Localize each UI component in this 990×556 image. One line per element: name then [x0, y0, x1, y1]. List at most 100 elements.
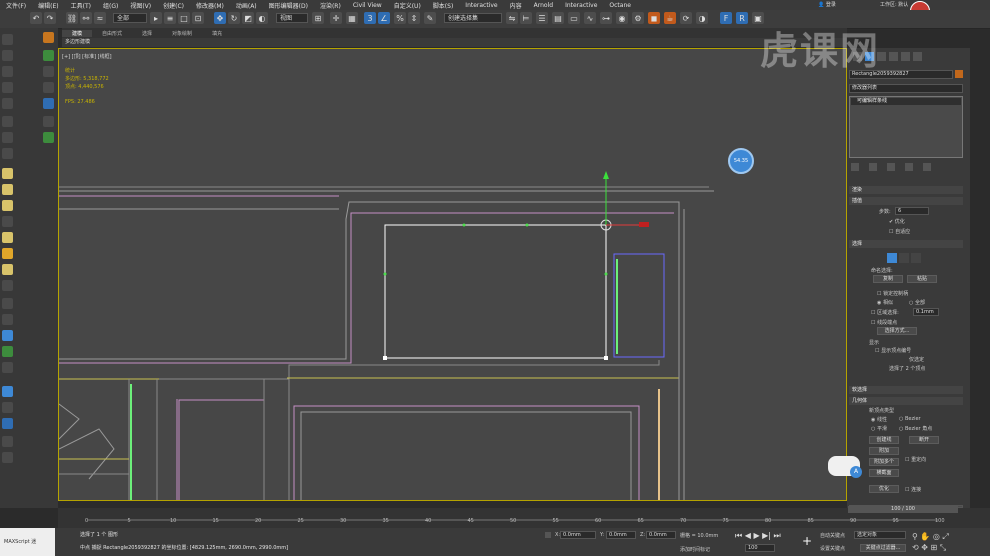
spline-mode-icon[interactable]	[911, 253, 921, 263]
curve-icon[interactable]	[2, 98, 13, 109]
move-icon[interactable]: ✥	[214, 12, 226, 24]
render-production-icon[interactable]: ☕	[664, 12, 676, 24]
pivot-center-icon[interactable]: ⊞	[312, 12, 324, 24]
box-icon[interactable]	[2, 168, 13, 179]
teapot-icon[interactable]	[2, 232, 13, 243]
layer-explorer-icon[interactable]: ☰	[536, 12, 548, 24]
selection-filter-dropdown[interactable]: 全部	[113, 13, 147, 23]
percent-snap-icon[interactable]: %	[394, 12, 406, 24]
blue-sphere-icon[interactable]	[2, 386, 13, 397]
adaptive-checkbox[interactable]: ☐ 自适应	[889, 228, 910, 235]
active-shade-icon[interactable]: ◑	[696, 12, 708, 24]
scene-explorer-icon[interactable]: ▤	[552, 12, 564, 24]
area-select-field[interactable]: 0.1mm	[913, 308, 939, 316]
rollout-soft-selection[interactable]: 软选择	[849, 386, 963, 394]
motion-tab-icon[interactable]	[889, 52, 898, 61]
unlink-icon[interactable]: ⚯	[80, 12, 92, 24]
ribbon-toggle-icon[interactable]: ▭	[568, 12, 580, 24]
current-frame-field[interactable]: 100	[745, 544, 775, 552]
tab-populate[interactable]: 填充	[202, 30, 232, 37]
render-iterative-icon[interactable]: ⟳	[680, 12, 692, 24]
add-time-tag[interactable]: 添加时间标记	[680, 546, 710, 553]
time-slider[interactable]: 100 / 100	[848, 506, 958, 513]
scatter-icon[interactable]	[2, 280, 13, 291]
key-filters-button[interactable]: 关键点过滤器...	[860, 544, 906, 552]
selected-only-checkbox[interactable]: 仅选定	[909, 356, 924, 363]
calculator-icon[interactable]	[43, 82, 54, 93]
mirror-icon[interactable]: ⇋	[506, 12, 518, 24]
menu-scripting[interactable]: 脚本(S)	[427, 1, 460, 10]
paste-button[interactable]: 粘贴	[907, 275, 937, 283]
refine-button[interactable]: 优化	[869, 485, 899, 493]
z-coord-field[interactable]: 0.0mm	[646, 531, 676, 539]
helpers-icon[interactable]	[43, 66, 54, 77]
break-button[interactable]: 断开	[909, 436, 939, 444]
menu-modifiers[interactable]: 修改器(M)	[190, 1, 230, 10]
ref-coord-dropdown[interactable]: 视图	[276, 13, 308, 23]
ribbon-subtitle[interactable]: 多边形建模	[62, 38, 847, 47]
bezier-radio[interactable]: ○ Bezier	[899, 416, 921, 422]
create-line-button[interactable]: 创建线	[869, 436, 899, 444]
tab-object-paint[interactable]: 对象绘制	[162, 30, 202, 37]
named-selection-dropdown[interactable]: 创建选择集	[444, 13, 502, 23]
rollout-selection[interactable]: 选择	[849, 240, 963, 248]
menu-octane[interactable]: Octane	[603, 2, 637, 9]
fx-icon[interactable]	[43, 32, 54, 43]
login-button[interactable]: 👤 登录	[818, 0, 858, 10]
undo-icon[interactable]: ↶	[30, 12, 42, 24]
table-icon[interactable]	[43, 132, 54, 143]
object-color-swatch[interactable]	[955, 70, 963, 78]
brush-icon[interactable]	[2, 298, 13, 309]
shapes-icon[interactable]	[2, 50, 13, 61]
fb-icon[interactable]: F	[720, 12, 732, 24]
remove-modifier-icon[interactable]	[905, 163, 913, 171]
scale-icon[interactable]: ◩	[242, 12, 254, 24]
tab-freeform[interactable]: 自由形式	[92, 30, 132, 37]
lights-icon[interactable]	[2, 66, 13, 77]
playback-controls[interactable]: ⏮ ◀ ▶ ▶| ⏭	[735, 532, 805, 540]
wrench-icon[interactable]	[43, 116, 54, 127]
curve-editor-icon[interactable]: ∿	[584, 12, 596, 24]
lock-handles-checkbox[interactable]: ☐ 锁定控制柄	[877, 290, 908, 297]
menu-views[interactable]: 视图(V)	[124, 1, 157, 10]
rotate-icon[interactable]: ↻	[228, 12, 240, 24]
pin-stack-icon[interactable]	[851, 163, 859, 171]
menu-edit[interactable]: 编辑(E)	[32, 1, 64, 10]
segment-end-checkbox[interactable]: ☐ 线段端点	[871, 319, 897, 326]
schematic-view-icon[interactable]: ⊶	[600, 12, 612, 24]
isolate-icon[interactable]	[545, 532, 551, 538]
make-unique-icon[interactable]	[887, 163, 895, 171]
tab-selection[interactable]: 选择	[132, 30, 162, 37]
sphere-icon[interactable]	[2, 184, 13, 195]
rect-select-icon[interactable]: □	[178, 12, 190, 24]
show-vertex-numbers-checkbox[interactable]: ☐ 显示顶点编号	[875, 347, 911, 354]
grid-icon[interactable]	[2, 82, 13, 93]
spinner-snap-icon[interactable]: ⇕	[408, 12, 420, 24]
align-icon[interactable]: ⊨	[520, 12, 532, 24]
menu-group[interactable]: 组(G)	[97, 1, 124, 10]
rollout-geometry[interactable]: 几何体	[849, 397, 963, 405]
viewport-top[interactable]: [+] [顶] [标准] [线框] 统计 多边形: 5,318,772 顶点: …	[58, 48, 847, 501]
auto-key-button[interactable]: 自动关键点	[820, 532, 845, 539]
linear-radio[interactable]: ◉ 线性	[871, 416, 887, 423]
edit-named-selection-icon[interactable]: ✎	[424, 12, 436, 24]
render-frame-icon[interactable]: ◼	[648, 12, 660, 24]
utilities-tab-icon[interactable]	[913, 52, 922, 61]
menu-animation[interactable]: 动画(A)	[230, 1, 263, 10]
plant-icon[interactable]	[43, 50, 54, 61]
paint-icon[interactable]	[2, 116, 13, 127]
menu-rendering[interactable]: 渲染(R)	[314, 1, 347, 10]
modifier-list-dropdown[interactable]: 修改器列表	[849, 84, 963, 93]
rollout-interpolation[interactable]: 插值	[849, 197, 963, 205]
sun-icon[interactable]	[2, 248, 13, 259]
create-geometry-icon[interactable]	[2, 34, 13, 45]
select-object-icon[interactable]: ▸	[150, 12, 162, 24]
all-radio[interactable]: ○ 全部	[909, 299, 925, 306]
smooth-radio[interactable]: ○ 平滑	[871, 425, 887, 432]
tree-icon[interactable]	[2, 346, 13, 357]
torus-icon[interactable]	[2, 216, 13, 227]
y-coord-field[interactable]: 0.0mm	[606, 531, 636, 539]
cross-section-button[interactable]: 横截面	[869, 469, 899, 477]
configure-sets-icon[interactable]	[923, 163, 931, 171]
show-end-result-icon[interactable]	[869, 163, 877, 171]
